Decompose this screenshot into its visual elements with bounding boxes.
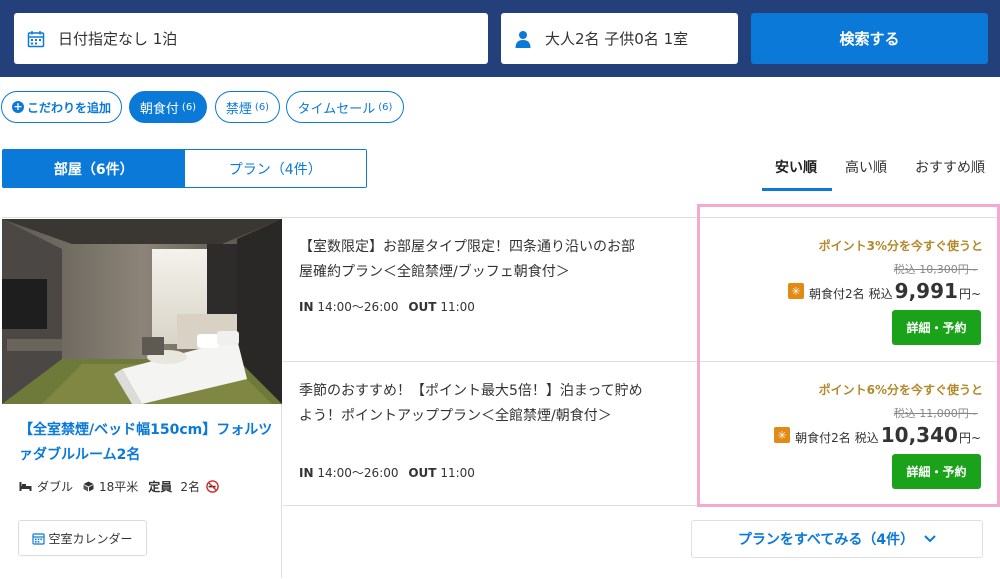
search-bar: 日付指定なし 1泊 大人2名 子供0名 1室 検索する (0, 0, 1000, 77)
reserve-button[interactable]: 詳細・予約 (892, 310, 981, 345)
date-field[interactable]: 日付指定なし 1泊 (14, 13, 488, 64)
plan-checkin-checkout: IN 14:00～26:00 OUT 11:00 (299, 464, 475, 481)
price-suffix: 円~ (958, 287, 981, 301)
checkin-time: 14:00～26:00 (317, 300, 399, 314)
price-value: 9,991 (894, 279, 958, 303)
chip-nonsmoking[interactable]: 禁煙 (6) (215, 91, 280, 123)
view-toggle: 部屋（6件） プラン（4件） (2, 149, 367, 188)
see-all-label: プランをすべてみる（4件） (737, 532, 915, 548)
cube-icon (83, 481, 94, 492)
tab-plans[interactable]: プラン（4件） (184, 150, 366, 187)
reserve-button[interactable]: 詳細・予約 (892, 454, 981, 489)
tax-label: 税込 (868, 287, 893, 301)
add-filter-label: こだわりを追加 (26, 100, 111, 115)
tax-label: 税込 (854, 431, 879, 445)
chip-breakfast[interactable]: 朝食付 (6) (129, 91, 207, 123)
plan-checkin-checkout: IN 14:00～26:00 OUT 11:00 (299, 298, 475, 315)
tab-rooms[interactable]: 部屋（6件） (3, 150, 185, 187)
points-offer: ポイント6%分を今すぐ使うと (818, 383, 983, 397)
plus-icon: + (11, 100, 24, 113)
price-box: ポイント3%分を今すぐ使うと 税込 10,300円~ ✳ 朝食付2名 税込 9,… (697, 219, 997, 359)
calendar-button-label: 空室カレンダー (48, 531, 133, 546)
price-line: ✳ 朝食付2名 税込 9,991 円~ (788, 279, 981, 303)
bed-icon (19, 481, 32, 492)
checkin-time: 14:00～26:00 (317, 466, 399, 480)
chip-label: 禁煙 (225, 101, 252, 117)
room-specs: ダブル 18平米 定員 2名 (19, 478, 224, 495)
guests-field-label: 大人2名 子供0名 1室 (545, 30, 689, 48)
checkout-time: 11:00 (440, 466, 475, 480)
chevron-down-icon (924, 535, 936, 543)
meal-icon: ✳ (774, 427, 791, 443)
sort-cheapest[interactable]: 安い順 (775, 157, 817, 177)
sort-recommended[interactable]: おすすめ順 (915, 157, 985, 177)
plan-name[interactable]: 【室数限定】お部屋タイプ限定！四条通り沿いのお部屋確約プラン＜全館禁煙/ブッフェ… (299, 235, 644, 285)
availability-calendar-button[interactable]: 空室カレンダー (18, 520, 147, 556)
add-filter-button[interactable]: + こだわりを追加 (1, 91, 122, 123)
checkout-label: OUT (408, 300, 437, 314)
price-value: 10,340 (880, 423, 958, 447)
no-smoking-icon (206, 480, 219, 493)
chip-count: (6) (181, 101, 197, 113)
checkin-label: IN (299, 300, 314, 314)
original-price: 税込 11,000円~ (893, 407, 978, 420)
price-box: ポイント6%分を今すぐ使うと 税込 11,000円~ ✳ 朝食付2名 税込 10… (697, 363, 997, 503)
calendar-icon (26, 29, 46, 49)
see-all-plans-button[interactable]: プランをすべてみる（4件） (691, 520, 983, 558)
plan-row: 【室数限定】お部屋タイプ限定！四条通り沿いのお部屋確約プラン＜全館禁煙/ブッフェ… (283, 219, 1000, 362)
room-title[interactable]: 【全室禁煙/ベッド幅150cm】フォルツァダブルルーム2名 (19, 418, 274, 468)
room-photo[interactable] (2, 219, 282, 404)
capacity-label: 定員 (148, 480, 173, 494)
chip-count: (6) (378, 101, 393, 113)
points-offer: ポイント3%分を今すぐ使うと (818, 239, 983, 253)
chip-label: タイムセール (297, 101, 376, 117)
chip-timesale[interactable]: タイムセール (6) (286, 91, 404, 123)
guests-field[interactable]: 大人2名 子供0名 1室 (501, 13, 738, 64)
checkin-label: IN (299, 466, 314, 480)
chip-label: 朝食付 (139, 101, 179, 117)
bed-type: ダブル (37, 480, 74, 494)
checkout-label: OUT (408, 466, 437, 480)
chip-count: (6) (254, 101, 270, 113)
original-price: 税込 10,300円~ (893, 263, 978, 276)
person-icon (513, 29, 533, 49)
sort-active-indicator (762, 188, 832, 191)
meal-icon: ✳ (788, 283, 805, 299)
date-field-label: 日付指定なし 1泊 (58, 30, 178, 48)
plan-name[interactable]: 季節のおすすめ！【ポイント最大5倍！】泊まって貯めよう！ポイントアッププラン＜全… (299, 379, 644, 429)
room-info: 【全室禁煙/ベッド幅150cm】フォルツァダブルルーム2名 ダブル 18平米 定… (2, 218, 282, 578)
room-size: 18平米 (99, 480, 139, 494)
price-line: ✳ 朝食付2名 税込 10,340 円~ (774, 423, 981, 447)
meal-label: 朝食付2名 (795, 431, 851, 445)
calendar-icon (32, 532, 46, 545)
capacity-value: 2名 (180, 480, 200, 494)
plan-row: 季節のおすすめ！【ポイント最大5倍！】泊まって貯めよう！ポイントアッププラン＜全… (283, 363, 1000, 506)
search-button[interactable]: 検索する (751, 13, 988, 64)
price-suffix: 円~ (958, 431, 981, 445)
checkout-time: 11:00 (440, 300, 475, 314)
meal-label: 朝食付2名 (809, 287, 865, 301)
sort-expensive[interactable]: 高い順 (845, 157, 887, 177)
